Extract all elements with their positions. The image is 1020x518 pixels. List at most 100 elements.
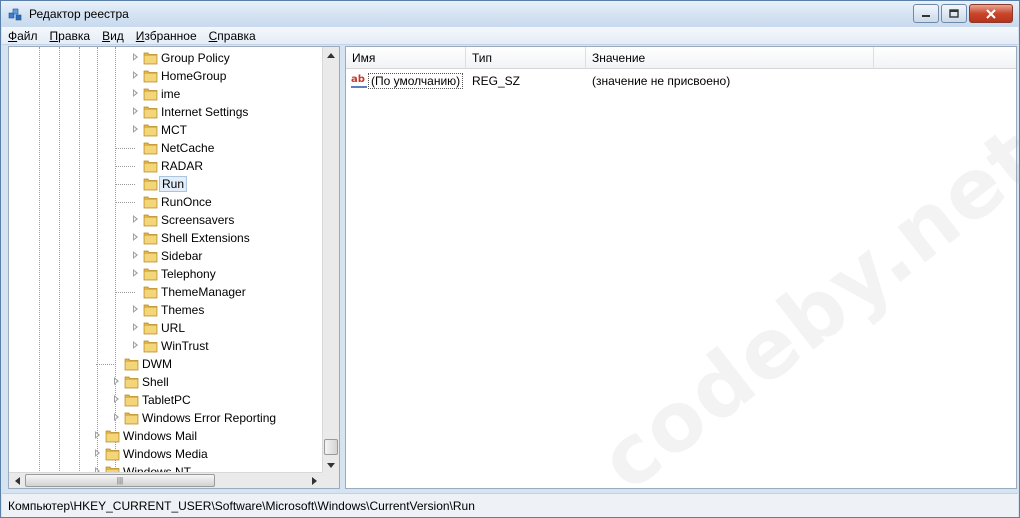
tree-item[interactable]: RADAR (9, 157, 322, 175)
tree-item-label: HomeGroup (161, 69, 227, 83)
menu-file[interactable]: Файл (2, 29, 44, 43)
expand-arrow-icon[interactable] (114, 377, 119, 385)
value-data: (значение не присвоено) (592, 74, 731, 88)
list-item[interactable]: ab (По умолчанию) REG_SZ (значение не пр… (346, 71, 1016, 91)
tree-item[interactable]: Sidebar (9, 247, 322, 265)
key-tree[interactable]: Group Policy HomeGroup ime Internet Setting… (9, 47, 322, 473)
arrow-down-icon (327, 462, 335, 468)
expand-arrow-icon[interactable] (133, 323, 138, 331)
expand-arrow-icon[interactable] (133, 269, 138, 277)
tree-item[interactable]: WinTrust (9, 337, 322, 355)
scroll-up-button[interactable] (323, 47, 339, 63)
tree-item[interactable]: Screensavers (9, 211, 322, 229)
scroll-left-button[interactable] (9, 473, 25, 489)
menu-view[interactable]: Вид (96, 29, 130, 43)
horizontal-scroll-thumb[interactable]: ||| (25, 474, 215, 487)
folder-icon (143, 52, 158, 65)
tree-item-label: TabletPC (142, 393, 191, 407)
folder-icon (143, 178, 158, 191)
values-pane[interactable]: Имя Тип Значение ab (По умолчанию) REG_S… (345, 46, 1020, 510)
expand-arrow-icon[interactable] (133, 341, 138, 349)
list-header: Имя Тип Значение (346, 47, 1016, 69)
tree-item[interactable]: NetCache (9, 139, 322, 157)
tree-item-label: Telephony (161, 267, 216, 281)
tree-item[interactable]: Internet Settings (9, 103, 322, 121)
column-type-header[interactable]: Тип (466, 47, 586, 69)
tree-item[interactable]: Windows Media (9, 445, 322, 463)
window-title: Редактор реестра (29, 7, 129, 21)
expand-arrow-icon[interactable] (133, 125, 138, 133)
expand-arrow-icon[interactable] (114, 413, 119, 421)
scrollbar-corner (322, 472, 339, 488)
tree-item[interactable]: Shell (9, 373, 322, 391)
window-controls (913, 4, 1013, 23)
tree-item[interactable]: Shell Extensions (9, 229, 322, 247)
registry-editor-window: Редактор реестра Файл Правка Вид Избранн… (0, 0, 1020, 518)
tree-item-label: Screensavers (161, 213, 235, 227)
grip-icon: ||| (116, 476, 124, 485)
expand-arrow-icon[interactable] (133, 215, 138, 223)
folder-icon (143, 196, 158, 209)
menu-favorites[interactable]: Избранное (130, 29, 203, 43)
tree-item[interactable]: TabletPC (9, 391, 322, 409)
expand-arrow-icon[interactable] (133, 251, 138, 259)
expand-arrow-icon[interactable] (133, 71, 138, 79)
tree-item-label: WinTrust (161, 339, 209, 353)
folder-icon (143, 88, 158, 101)
expand-arrow-icon[interactable] (133, 107, 138, 115)
menu-help[interactable]: Справка (203, 29, 262, 43)
tree-item[interactable]: Telephony (9, 265, 322, 283)
value-name: (По умолчанию) (368, 73, 464, 89)
tree-connector (96, 364, 116, 365)
expand-arrow-icon[interactable] (133, 233, 138, 241)
folder-icon (143, 160, 158, 173)
tree-item[interactable]: ThemeManager (9, 283, 322, 301)
tree-item-label: DWM (142, 357, 172, 371)
maximize-button[interactable] (941, 4, 967, 23)
key-tree-pane[interactable]: Group Policy HomeGroup ime Internet Setting… (8, 46, 340, 489)
title-bar[interactable]: Редактор реестра (1, 1, 1019, 27)
tree-item[interactable]: MCT (9, 121, 322, 139)
folder-icon (124, 412, 139, 425)
tree-vertical-scrollbar[interactable] (322, 47, 339, 473)
tree-item[interactable]: RunOnce (9, 193, 322, 211)
folder-icon (143, 142, 158, 155)
column-value-header[interactable]: Значение (586, 47, 874, 69)
expand-arrow-icon[interactable] (114, 395, 119, 403)
tree-item[interactable]: DWM (9, 355, 322, 373)
tree-connector (115, 202, 135, 203)
folder-icon (143, 70, 158, 83)
expand-arrow-icon[interactable] (133, 53, 138, 61)
menu-edit[interactable]: Правка (44, 29, 97, 43)
tree-item[interactable]: ime (9, 85, 322, 103)
expand-arrow-icon[interactable] (95, 431, 100, 439)
scroll-right-button[interactable] (306, 473, 322, 489)
tree-item-label: Themes (161, 303, 205, 317)
folder-icon (124, 358, 139, 371)
tree-horizontal-scrollbar[interactable]: ||| (9, 472, 322, 488)
tree-item[interactable]: Group Policy (9, 49, 322, 67)
tree-item[interactable]: Windows Mail (9, 427, 322, 445)
folder-icon (143, 124, 158, 137)
value-type: REG_SZ (472, 74, 521, 88)
scroll-thumb[interactable] (324, 439, 338, 455)
folder-icon (143, 268, 158, 281)
tree-item[interactable]: HomeGroup (9, 67, 322, 85)
scroll-down-button[interactable] (323, 457, 339, 473)
tree-item-label: MCT (161, 123, 187, 137)
expand-arrow-icon[interactable] (133, 89, 138, 97)
tree-item[interactable]: URL (9, 319, 322, 337)
minimize-button[interactable] (913, 4, 939, 23)
folder-icon (143, 304, 158, 317)
tree-item[interactable]: Windows Error Reporting (9, 409, 322, 427)
expand-arrow-icon[interactable] (133, 305, 138, 313)
tree-connector (115, 166, 135, 167)
column-name-header[interactable]: Имя (346, 47, 466, 69)
expand-arrow-icon[interactable] (95, 449, 100, 457)
arrow-left-icon (14, 477, 20, 485)
close-button[interactable] (969, 4, 1013, 23)
folder-icon (143, 106, 158, 119)
tree-item[interactable]: Run (9, 175, 322, 193)
tree-item-label: Sidebar (161, 249, 203, 263)
tree-item[interactable]: Themes (9, 301, 322, 319)
